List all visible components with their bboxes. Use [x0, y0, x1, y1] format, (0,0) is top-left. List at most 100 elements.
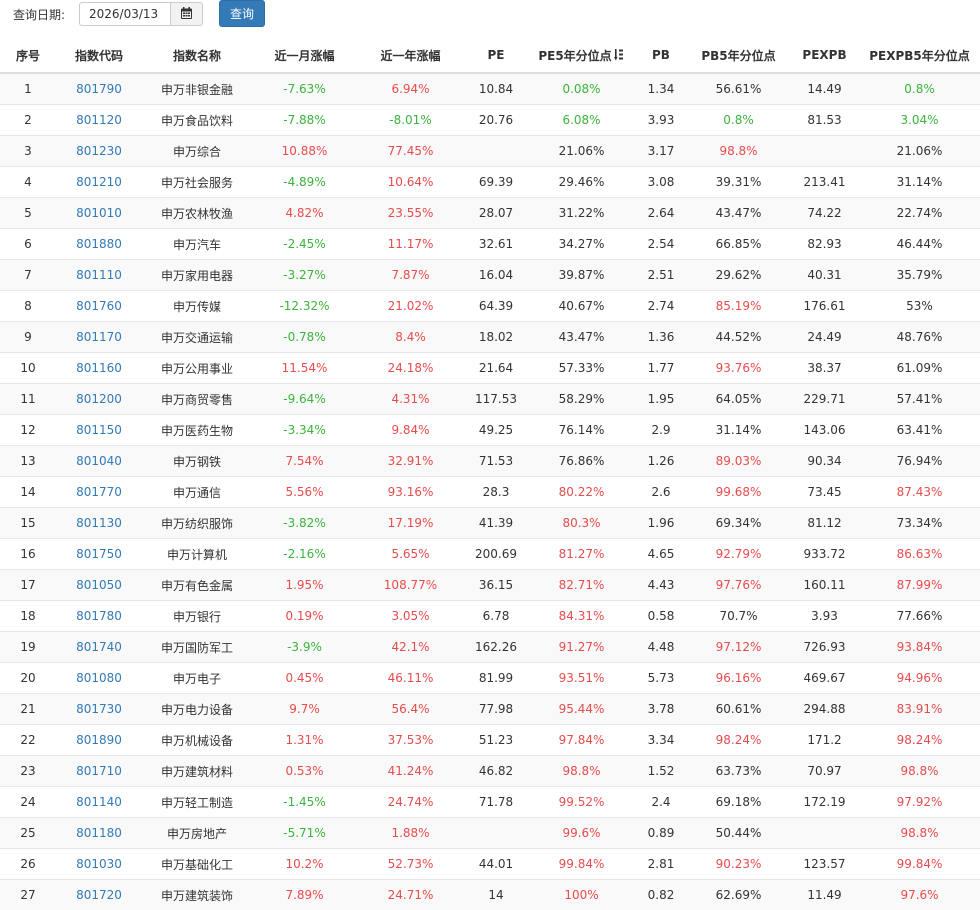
index-code-link[interactable]: 801110 — [56, 259, 142, 291]
table-row: 18 801780 申万银行 0.19% 3.05% 6.78 84.31% 0.58 70.7… — [0, 600, 980, 632]
table-row: 3 801230 申万综合 10.88% 77.45% 21.06% 3.17 98.8% 21… — [0, 135, 980, 167]
pexpb-value: 294.88 — [790, 693, 859, 725]
index-code-link[interactable]: 801790 — [56, 72, 142, 105]
col-header-sorted[interactable]: PE5年分位点 — [528, 38, 635, 74]
index-code-link[interactable]: 801030 — [56, 848, 142, 880]
pexpb-5y-percentile: 31.14% — [859, 166, 980, 198]
pexpb-5y-percentile: 46.44% — [859, 228, 980, 260]
index-code-link[interactable]: 801170 — [56, 321, 142, 353]
pexpb-5y-percentile: 0.8% — [859, 72, 980, 105]
date-input[interactable] — [79, 2, 171, 26]
pb-value: 1.77 — [635, 352, 687, 384]
pexpb-5y-percentile: 97.6% — [859, 879, 980, 910]
pe-5y-percentile: 99.6% — [528, 817, 635, 849]
table-row: 27 801720 申万建筑装饰 7.89% 24.71% 14 100% 0.82 62.69… — [0, 879, 980, 910]
table-row: 16 801750 申万计算机 -2.16% 5.65% 200.69 81.27% 4.65… — [0, 538, 980, 570]
pexpb-value: 469.67 — [790, 662, 859, 694]
col-header[interactable]: 近一月涨幅 — [252, 38, 357, 74]
index-code-link[interactable]: 801730 — [56, 693, 142, 725]
index-code-link[interactable]: 801150 — [56, 414, 142, 446]
index-code-link[interactable]: 801720 — [56, 879, 142, 910]
index-code-link[interactable]: 801140 — [56, 786, 142, 818]
table-row: 25 801180 申万房地产 -5.71% 1.88% 99.6% 0.89 50.44% 9… — [0, 817, 980, 849]
index-name: 申万通信 — [142, 476, 252, 508]
year-change: 5.65% — [357, 538, 464, 570]
table-row: 24 801140 申万轻工制造 -1.45% 24.74% 71.78 99.52% 2.4… — [0, 786, 980, 818]
row-number: 19 — [0, 631, 56, 663]
index-code-link[interactable]: 801120 — [56, 104, 142, 136]
index-code-link[interactable]: 801710 — [56, 755, 142, 787]
index-code-link[interactable]: 801760 — [56, 290, 142, 322]
index-name: 申万纺织服饰 — [142, 507, 252, 539]
row-number: 26 — [0, 848, 56, 880]
month-change: -4.89% — [252, 166, 357, 198]
col-header[interactable]: PB5年分位点 — [687, 38, 790, 74]
col-header[interactable]: 近一年涨幅 — [357, 38, 464, 74]
col-header-label: PE5年分位点 — [538, 48, 612, 63]
table-row: 2 801120 申万食品饮料 -7.88% -8.01% 20.76 6.08% 3.93 0… — [0, 104, 980, 136]
pb-5y-percentile: 92.79% — [687, 538, 790, 570]
row-number: 2 — [0, 104, 56, 136]
pb-value: 4.43 — [635, 569, 687, 601]
year-change: 42.1% — [357, 631, 464, 663]
index-code-link[interactable]: 801750 — [56, 538, 142, 570]
index-code-link[interactable]: 801770 — [56, 476, 142, 508]
row-number: 23 — [0, 755, 56, 787]
col-header[interactable]: 指数名称 — [142, 38, 252, 74]
year-change: 10.64% — [357, 166, 464, 198]
index-code-link[interactable]: 801010 — [56, 197, 142, 229]
row-number: 27 — [0, 879, 56, 910]
index-code-link[interactable]: 801040 — [56, 445, 142, 477]
year-change: 24.74% — [357, 786, 464, 818]
pe-value: 10.84 — [464, 72, 528, 105]
index-code-link[interactable]: 801180 — [56, 817, 142, 849]
row-number: 17 — [0, 569, 56, 601]
index-code-link[interactable]: 801780 — [56, 600, 142, 632]
index-name: 申万非银金融 — [142, 72, 252, 105]
index-name: 申万电子 — [142, 662, 252, 694]
index-code-link[interactable]: 801080 — [56, 662, 142, 694]
pb-5y-percentile: 62.69% — [687, 879, 790, 910]
year-change: 23.55% — [357, 197, 464, 229]
index-name: 申万建筑材料 — [142, 755, 252, 787]
pe-value: 28.07 — [464, 197, 528, 229]
pb-5y-percentile: 70.7% — [687, 600, 790, 632]
index-code-link[interactable]: 801200 — [56, 383, 142, 415]
pe-value: 6.78 — [464, 600, 528, 632]
table-row: 5 801010 申万农林牧渔 4.82% 23.55% 28.07 31.22% 2.64 4… — [0, 197, 980, 229]
index-code-link[interactable]: 801890 — [56, 724, 142, 756]
index-code-link[interactable]: 801210 — [56, 166, 142, 198]
index-code-link[interactable]: 801130 — [56, 507, 142, 539]
pexpb-5y-percentile: 61.09% — [859, 352, 980, 384]
pexpb-value: 123.57 — [790, 848, 859, 880]
pb-5y-percentile: 99.68% — [687, 476, 790, 508]
pexpb-value: 229.71 — [790, 383, 859, 415]
month-change: 0.53% — [252, 755, 357, 787]
pe-value: 49.25 — [464, 414, 528, 446]
index-code-link[interactable]: 801880 — [56, 228, 142, 260]
pexpb-value: 160.11 — [790, 569, 859, 601]
pb-value: 3.17 — [635, 135, 687, 167]
index-code-link[interactable]: 801230 — [56, 135, 142, 167]
query-toolbar: 查询日期: 查询 — [0, 0, 980, 36]
pe-5y-percentile: 80.22% — [528, 476, 635, 508]
query-button[interactable]: 查询 — [219, 0, 265, 27]
col-header[interactable]: 序号 — [0, 38, 56, 74]
month-change: -12.32% — [252, 290, 357, 322]
index-code-link[interactable]: 801050 — [56, 569, 142, 601]
col-header[interactable]: PB — [635, 38, 687, 74]
pexpb-5y-percentile: 35.79% — [859, 259, 980, 291]
col-header[interactable]: PE — [464, 38, 528, 74]
col-header[interactable]: 指数代码 — [56, 38, 142, 74]
col-header[interactable]: PEXPB — [790, 38, 859, 74]
pb-5y-percentile: 43.47% — [687, 197, 790, 229]
calendar-button[interactable] — [170, 2, 203, 26]
col-header[interactable]: PEXPB5年分位点 — [859, 38, 980, 74]
index-code-link[interactable]: 801740 — [56, 631, 142, 663]
year-change: 56.4% — [357, 693, 464, 725]
pb-value: 3.34 — [635, 724, 687, 756]
index-code-link[interactable]: 801160 — [56, 352, 142, 384]
pexpb-value: 81.12 — [790, 507, 859, 539]
pexpb-value: 40.31 — [790, 259, 859, 291]
table-row: 13 801040 申万钢铁 7.54% 32.91% 71.53 76.86% 1.26 89… — [0, 445, 980, 477]
